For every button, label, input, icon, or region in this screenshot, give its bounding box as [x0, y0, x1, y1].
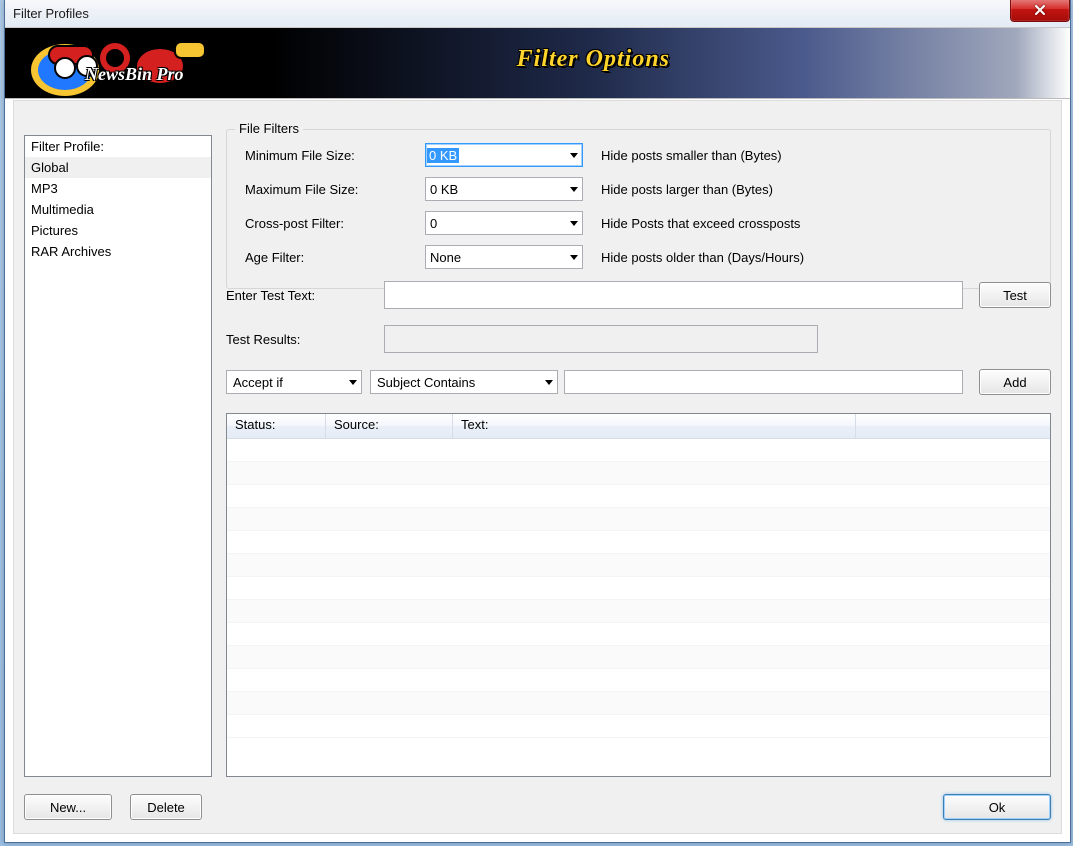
col-blank[interactable]	[856, 414, 1050, 438]
new-button[interactable]: New...	[24, 794, 112, 820]
max-size-combo[interactable]: 0 KB	[425, 177, 583, 201]
min-size-combo[interactable]: 0 KB	[425, 143, 583, 167]
min-size-hint: Hide posts smaller than (Bytes)	[601, 148, 782, 163]
rule-field-value: Subject Contains	[371, 375, 540, 390]
close-icon	[1033, 4, 1047, 16]
chevron-down-icon	[565, 212, 582, 234]
chevron-down-icon	[540, 371, 557, 393]
chevron-down-icon	[344, 371, 361, 393]
table-row[interactable]	[227, 554, 1050, 577]
test-button[interactable]: Test	[979, 282, 1051, 308]
crosspost-hint: Hide Posts that exceed crossposts	[601, 216, 800, 231]
dialog-footer: New... Delete Ok	[24, 791, 1051, 823]
col-source[interactable]: Source:	[326, 414, 453, 438]
table-row[interactable]	[227, 531, 1050, 554]
rule-condition-value: Accept if	[227, 375, 344, 390]
age-combo[interactable]: None	[425, 245, 583, 269]
chevron-down-icon	[565, 178, 582, 200]
min-size-label: Minimum File Size:	[237, 148, 425, 163]
delete-button[interactable]: Delete	[130, 794, 202, 820]
window-title: Filter Profiles	[13, 6, 89, 21]
table-header: Status: Source: Text:	[227, 414, 1050, 439]
profile-item-rar[interactable]: RAR Archives	[25, 241, 211, 262]
file-filters-legend: File Filters	[235, 121, 303, 136]
chevron-down-icon	[565, 144, 582, 166]
table-row[interactable]	[227, 669, 1050, 692]
banner-title: Filter Options	[517, 46, 670, 73]
col-status[interactable]: Status:	[227, 414, 326, 438]
age-label: Age Filter:	[237, 250, 425, 265]
age-hint: Hide posts older than (Days/Hours)	[601, 250, 804, 265]
profile-item-pictures[interactable]: Pictures	[25, 220, 211, 241]
brand-text: NewsBin Pro	[85, 64, 184, 85]
filter-profiles-dialog: Filter Profiles NewsBin Pro Filter Optio…	[4, 0, 1071, 843]
rule-condition-combo[interactable]: Accept if	[226, 370, 362, 394]
banner: NewsBin Pro Filter Options	[5, 28, 1070, 99]
ok-button[interactable]: Ok	[943, 794, 1051, 820]
max-size-label: Maximum File Size:	[237, 182, 425, 197]
profile-item-global[interactable]: Global	[25, 157, 211, 178]
test-results-label: Test Results:	[226, 332, 384, 347]
table-row[interactable]	[227, 508, 1050, 531]
crosspost-combo[interactable]: 0	[425, 211, 583, 235]
rule-value-input[interactable]	[564, 370, 963, 394]
banner-logo-art	[5, 28, 255, 98]
table-row[interactable]	[227, 439, 1050, 462]
chevron-down-icon	[565, 246, 582, 268]
table-row[interactable]	[227, 692, 1050, 715]
test-text-input[interactable]	[384, 281, 963, 309]
rules-table[interactable]: Status: Source: Text:	[226, 413, 1051, 777]
crosspost-value: 0	[426, 216, 565, 231]
add-button[interactable]: Add	[979, 369, 1051, 395]
crosspost-label: Cross-post Filter:	[237, 216, 425, 231]
min-size-value: 0 KB	[427, 148, 459, 163]
col-text[interactable]: Text:	[453, 414, 856, 438]
table-row[interactable]	[227, 577, 1050, 600]
table-row[interactable]	[227, 462, 1050, 485]
age-value: None	[426, 250, 565, 265]
test-text-label: Enter Test Text:	[226, 288, 384, 303]
profile-item-multimedia[interactable]: Multimedia	[25, 199, 211, 220]
rule-field-combo[interactable]: Subject Contains	[370, 370, 558, 394]
max-size-hint: Hide posts larger than (Bytes)	[601, 182, 773, 197]
table-row[interactable]	[227, 715, 1050, 738]
table-row[interactable]	[227, 646, 1050, 669]
dialog-body: Filter Profile: Global MP3 Multimedia Pi…	[13, 100, 1062, 834]
profile-list[interactable]: Filter Profile: Global MP3 Multimedia Pi…	[24, 135, 212, 777]
max-size-value: 0 KB	[426, 182, 565, 197]
file-filters-group: File Filters Minimum File Size: 0 KB Hid…	[226, 129, 1051, 289]
close-button[interactable]	[1010, 0, 1070, 22]
table-row[interactable]	[227, 600, 1050, 623]
test-results-field	[384, 325, 818, 353]
profile-list-header: Filter Profile:	[25, 136, 211, 157]
table-row[interactable]	[227, 623, 1050, 646]
table-body	[227, 439, 1050, 738]
table-row[interactable]	[227, 485, 1050, 508]
titlebar[interactable]: Filter Profiles	[5, 0, 1070, 28]
profile-item-mp3[interactable]: MP3	[25, 178, 211, 199]
